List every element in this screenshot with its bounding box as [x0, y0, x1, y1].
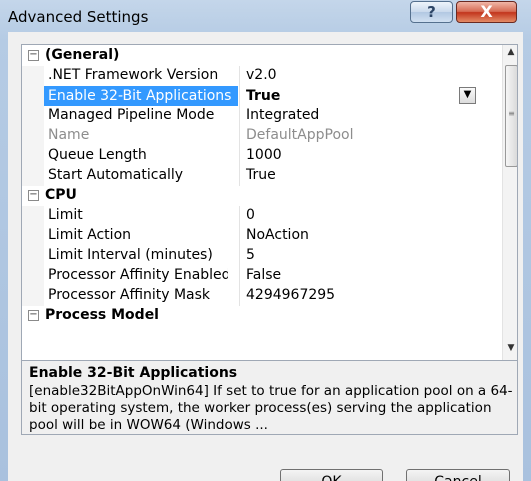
property-name[interactable]: Enable 32-Bit Applications: [44, 86, 238, 106]
category-label: Process Model: [45, 307, 159, 323]
property-row[interactable]: Start Automatically True: [22, 166, 502, 186]
property-row[interactable]: .NET Framework Version v2.0: [22, 66, 502, 86]
close-button[interactable]: X: [456, 1, 517, 23]
dialog-client-area: − (General) .NET Framework Version v2.0 Enab…: [8, 32, 523, 481]
property-name[interactable]: Limit Interval (minutes): [48, 247, 228, 263]
category-label: CPU: [45, 187, 77, 203]
scroll-down-arrow-icon[interactable]: ▼: [503, 343, 517, 359]
row-gutter: [22, 266, 44, 286]
collapse-icon[interactable]: −: [28, 50, 39, 61]
cancel-button[interactable]: Cancel: [406, 469, 510, 481]
row-gutter: [22, 226, 44, 246]
column-divider[interactable]: [239, 286, 240, 306]
property-value: DefaultAppPool: [246, 127, 354, 143]
scrollbar-thumb[interactable]: ≡: [505, 65, 517, 167]
vertical-scrollbar[interactable]: ▲ ≡ ▼: [502, 45, 517, 360]
collapse-icon[interactable]: −: [28, 190, 39, 201]
property-value[interactable]: NoAction: [246, 227, 309, 243]
dropdown-arrow-icon[interactable]: ▼: [459, 87, 476, 104]
property-value[interactable]: 4294967295: [246, 287, 335, 303]
property-value[interactable]: False: [246, 267, 281, 283]
property-name[interactable]: Limit: [48, 207, 228, 223]
column-divider[interactable]: [239, 106, 240, 126]
title-bar[interactable]: Advanced Settings ? X: [0, 0, 531, 32]
category-row[interactable]: − Process Model: [22, 306, 502, 326]
property-name[interactable]: Limit Action: [48, 227, 228, 243]
property-grid[interactable]: − (General) .NET Framework Version v2.0 Enab…: [21, 44, 518, 361]
ok-button[interactable]: OK: [280, 469, 383, 481]
column-divider[interactable]: [239, 206, 240, 226]
property-name[interactable]: Managed Pipeline Mode: [48, 107, 228, 123]
description-text: [enable32BitAppOnWin64] If set to true f…: [29, 383, 513, 433]
category-row[interactable]: − (General): [22, 46, 502, 66]
property-row[interactable]: Limit Action NoAction: [22, 226, 502, 246]
column-divider[interactable]: [239, 86, 240, 106]
row-gutter: [22, 206, 44, 226]
column-divider[interactable]: [239, 266, 240, 286]
row-gutter: [22, 166, 44, 186]
property-row[interactable]: Enable 32-Bit Applications True ▼: [22, 86, 502, 106]
property-value[interactable]: Integrated: [246, 107, 319, 123]
property-row[interactable]: Processor Affinity Enabled False: [22, 266, 502, 286]
property-row[interactable]: Processor Affinity Mask 4294967295: [22, 286, 502, 306]
property-value[interactable]: 0: [246, 207, 255, 223]
column-divider[interactable]: [239, 66, 240, 86]
column-divider[interactable]: [239, 146, 240, 166]
row-gutter: [22, 126, 44, 146]
description-title: Enable 32-Bit Applications: [29, 365, 238, 381]
grip-icon: ≡: [508, 109, 515, 118]
property-value[interactable]: 1000: [246, 147, 282, 163]
help-button[interactable]: ?: [410, 1, 453, 23]
property-value[interactable]: 5: [246, 247, 255, 263]
column-divider[interactable]: [239, 226, 240, 246]
property-row[interactable]: Name DefaultAppPool: [22, 126, 502, 146]
property-name[interactable]: Queue Length: [48, 147, 228, 163]
property-name[interactable]: Start Automatically: [48, 167, 228, 183]
window-title: Advanced Settings: [8, 8, 149, 26]
property-value[interactable]: True: [246, 86, 280, 106]
property-name[interactable]: Processor Affinity Enabled: [48, 267, 228, 283]
row-gutter: [22, 286, 44, 306]
category-row[interactable]: − CPU: [22, 186, 502, 206]
scroll-up-arrow-icon[interactable]: ▲: [503, 47, 517, 63]
property-row[interactable]: Limit Interval (minutes) 5: [22, 246, 502, 266]
row-gutter: [22, 66, 44, 86]
column-divider[interactable]: [239, 126, 240, 146]
property-name[interactable]: .NET Framework Version: [48, 67, 228, 83]
property-value[interactable]: v2.0: [246, 67, 277, 83]
column-divider[interactable]: [239, 166, 240, 186]
description-panel: Enable 32-Bit Applications [enable32BitA…: [21, 361, 518, 435]
property-row[interactable]: Queue Length 1000: [22, 146, 502, 166]
row-gutter: [22, 246, 44, 266]
property-row[interactable]: Limit 0: [22, 206, 502, 226]
column-divider[interactable]: [239, 246, 240, 266]
property-name[interactable]: Processor Affinity Mask: [48, 287, 228, 303]
collapse-icon[interactable]: −: [28, 310, 39, 321]
property-row[interactable]: Managed Pipeline Mode Integrated: [22, 106, 502, 126]
row-gutter: [22, 146, 44, 166]
property-value[interactable]: True: [246, 167, 276, 183]
row-gutter: [22, 106, 44, 126]
row-gutter: [22, 86, 44, 106]
property-name[interactable]: Name: [48, 127, 228, 143]
advanced-settings-window: Advanced Settings ? X − (General) .NET Fra…: [0, 0, 531, 481]
category-label: (General): [45, 47, 120, 63]
